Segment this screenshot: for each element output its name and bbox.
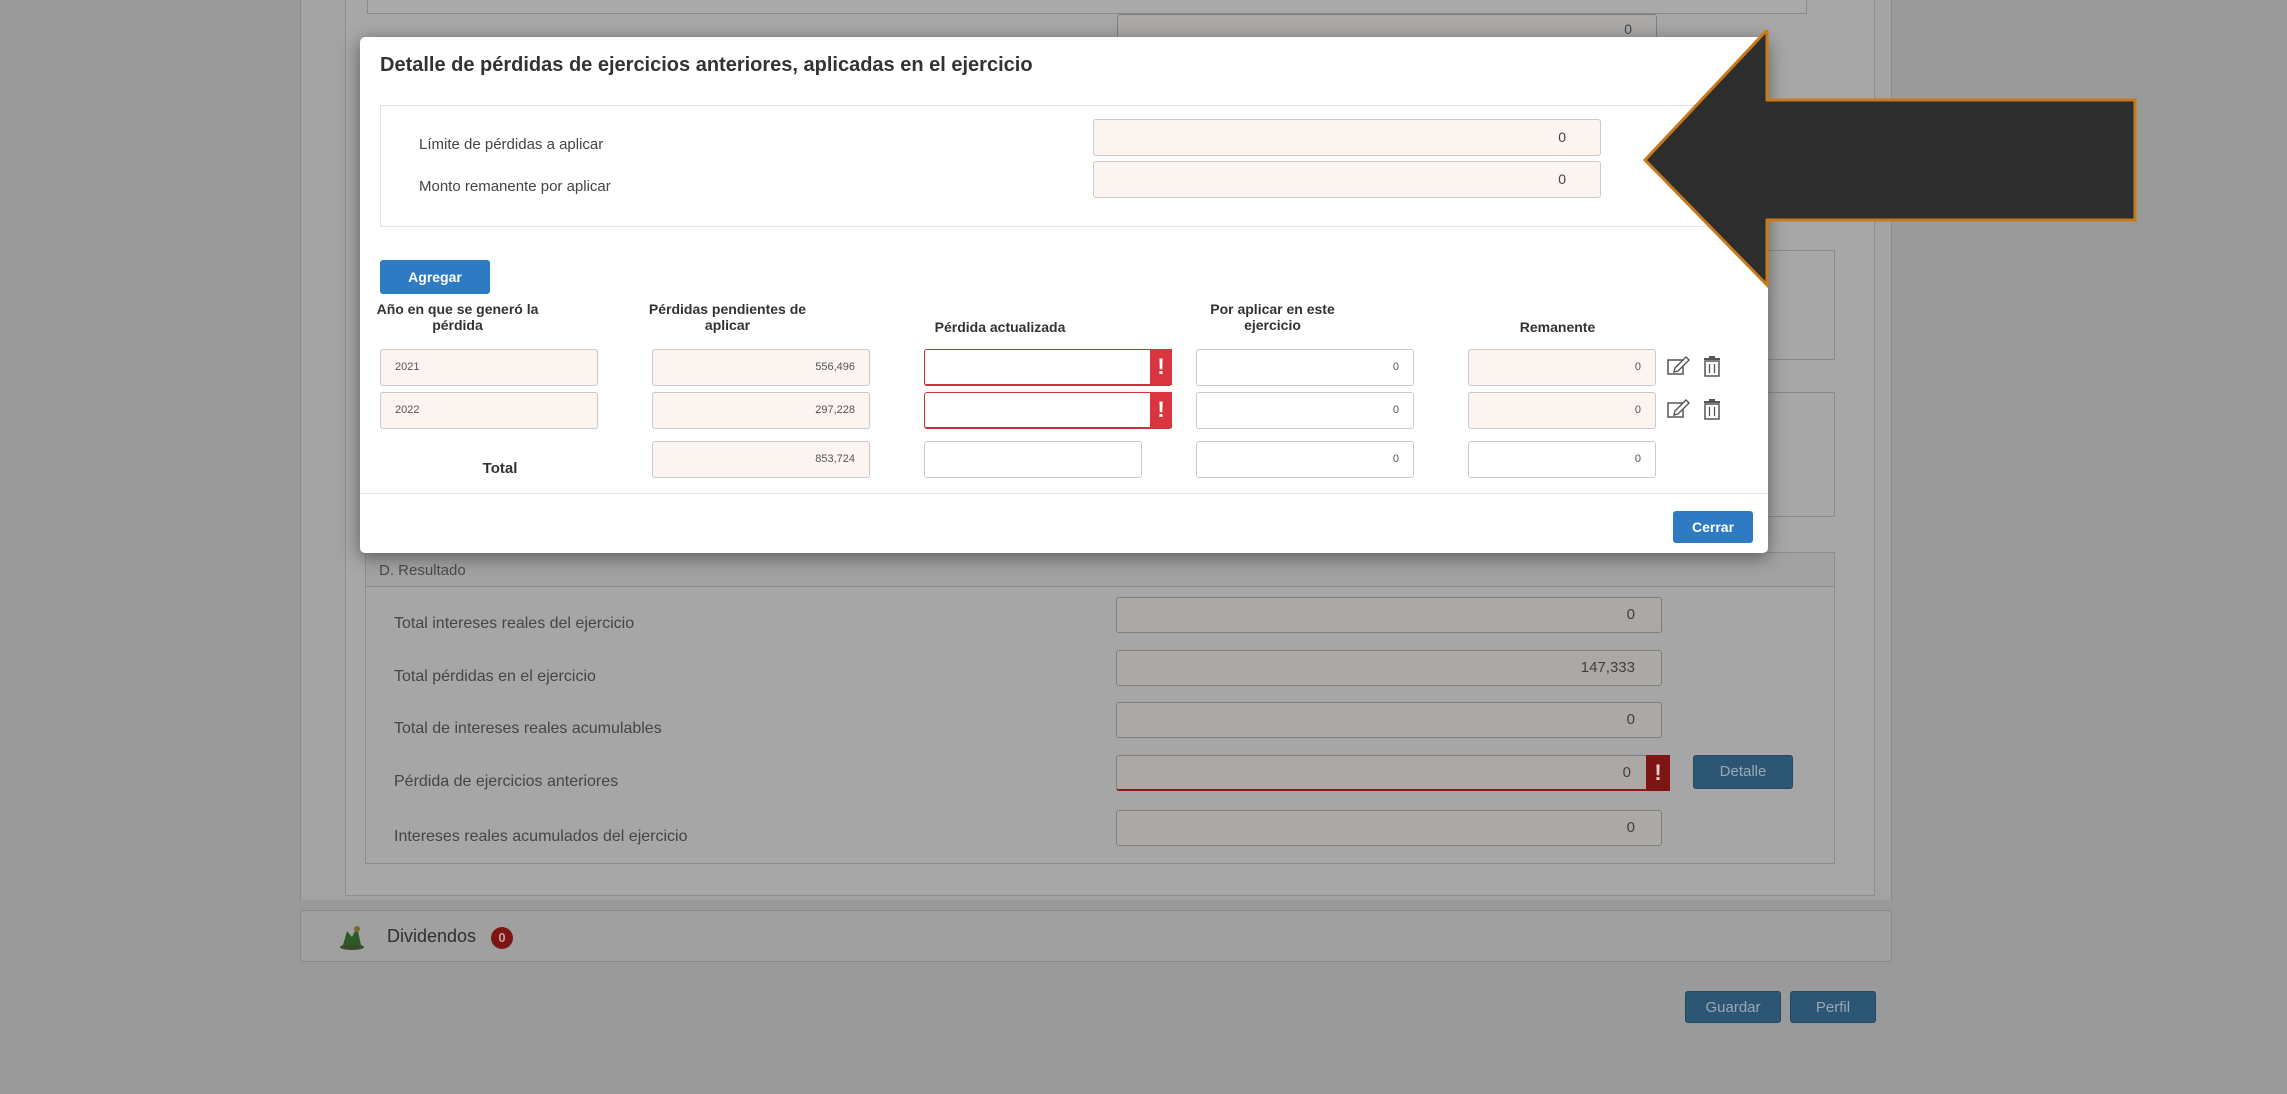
losses-detail-modal: Detalle de pérdidas de ejercicios anteri…	[360, 37, 1768, 553]
row-apply-field[interactable]: 0	[1196, 392, 1414, 429]
row-apply-field[interactable]: 0	[1196, 349, 1414, 386]
total-remaining-field[interactable]: 0	[1468, 441, 1656, 478]
column-header-updated: Pérdida actualizada	[934, 319, 1066, 335]
total-pending-field[interactable]: 853,724	[652, 441, 870, 478]
limits-box: Límite de pérdidas a aplicar 0 Monto rem…	[380, 105, 1756, 227]
row-updated-field[interactable]	[924, 392, 1172, 429]
save-button[interactable]: Guardar	[1685, 991, 1781, 1023]
row-year-field[interactable]: 2021	[380, 349, 598, 386]
result-row-label: Intereses reales acumulados del ejercici…	[394, 828, 688, 845]
dividends-section[interactable]: Dividendos 0	[300, 910, 1892, 962]
edit-icon[interactable]	[1666, 355, 1690, 377]
loss-limit-label: Límite de pérdidas a aplicar	[419, 136, 604, 153]
column-header-pending: Pérdidas pendientes de aplicar	[648, 301, 807, 333]
row-pending-field[interactable]: 297,228	[652, 392, 870, 429]
result-row-label: Total pérdidas en el ejercicio	[394, 668, 596, 685]
result-section-title: D. Resultado	[366, 553, 1834, 587]
remaining-amount-label: Monto remanente por aplicar	[419, 178, 611, 195]
error-icon: !	[1646, 755, 1670, 791]
row-remaining-field[interactable]: 0	[1468, 392, 1656, 429]
result-row-label: Total intereses reales del ejercicio	[394, 615, 635, 632]
accumulable-interest-field[interactable]: 0	[1116, 702, 1662, 738]
left-arrow-icon	[1642, 30, 2137, 289]
result-row-label: Pérdida de ejercicios anteriores	[394, 773, 619, 790]
row-year-field[interactable]: 2022	[380, 392, 598, 429]
modal-title: Detalle de pérdidas de ejercicios anteri…	[380, 54, 1033, 76]
delete-icon[interactable]	[1700, 398, 1724, 420]
background-table-row	[367, 0, 1807, 14]
result-row-label: Total de intereses reales acumulables	[394, 720, 662, 737]
remaining-amount-field[interactable]: 0	[1093, 161, 1601, 198]
total-apply-field[interactable]: 0	[1196, 441, 1414, 478]
total-updated-field[interactable]	[924, 441, 1142, 478]
accumulated-interest-field[interactable]: 0	[1116, 810, 1662, 846]
loss-limit-field[interactable]: 0	[1093, 119, 1601, 156]
total-label: Total	[482, 460, 518, 477]
prior-losses-field[interactable]: 0	[1116, 755, 1662, 791]
profile-button[interactable]: Perfil	[1790, 991, 1876, 1023]
edit-icon[interactable]	[1666, 398, 1690, 420]
close-button[interactable]: Cerrar	[1673, 511, 1753, 543]
add-button[interactable]: Agregar	[380, 260, 490, 294]
total-real-interest-field[interactable]: 0	[1116, 597, 1662, 633]
total-losses-field[interactable]: 147,333	[1116, 650, 1662, 686]
result-panel: D. Resultado Total intereses reales del …	[365, 552, 1835, 864]
error-icon: !	[1150, 392, 1172, 428]
plant-money-icon	[340, 926, 364, 950]
row-remaining-field[interactable]: 0	[1468, 349, 1656, 386]
row-pending-field[interactable]: 556,496	[652, 349, 870, 386]
delete-icon[interactable]	[1700, 355, 1724, 377]
column-header-apply: Por aplicar en este ejercicio	[1210, 301, 1335, 333]
detail-button[interactable]: Detalle	[1693, 755, 1793, 789]
column-header-year: Año en que se generó la pérdida	[376, 301, 539, 333]
error-icon: !	[1150, 349, 1172, 385]
row-updated-field[interactable]	[924, 349, 1172, 386]
modal-footer-divider	[360, 493, 1768, 494]
column-header-remaining: Remanente	[1519, 319, 1596, 335]
dividends-badge: 0	[491, 927, 513, 949]
dividends-label: Dividendos	[387, 926, 477, 946]
